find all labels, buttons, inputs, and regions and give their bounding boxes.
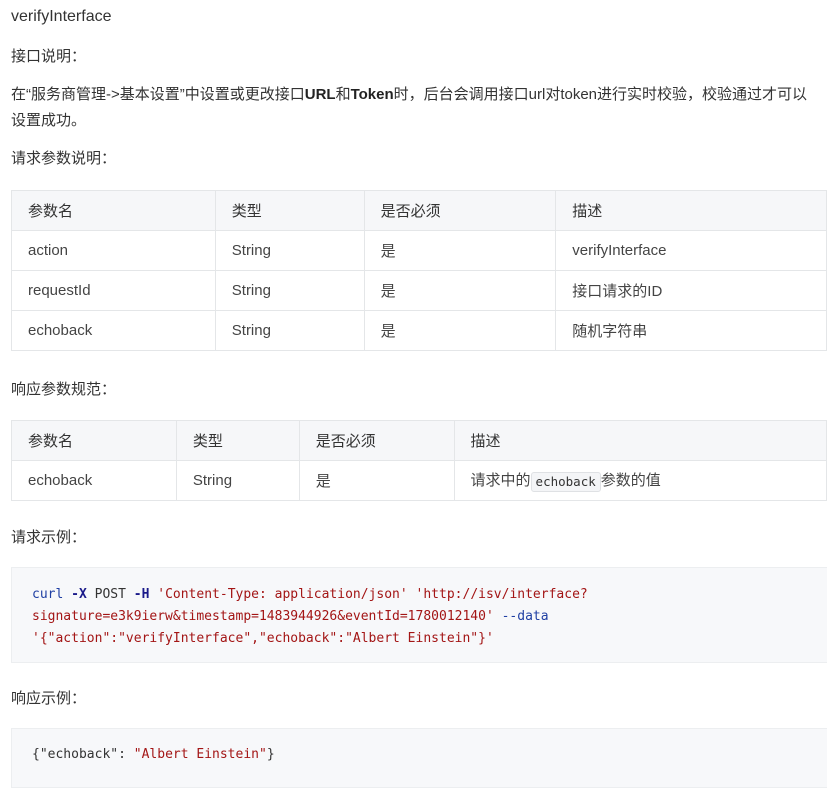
table-row: action String 是 verifyInterface [11,230,827,271]
doc-page: verifyInterface 接口说明： 在“服务商管理->基本设置”中设置或… [0,0,827,788]
response-example-label: 响应示例： [11,690,87,707]
code-token: } [266,747,275,762]
code-token: '{"action":"verifyInterface","echoback":… [32,631,494,646]
header-cell: 描述 [555,190,827,231]
table-cell: String [175,460,300,501]
code-token: "echoback" [39,747,119,762]
header-cell: 类型 [175,420,300,461]
response-params-table: 参数名 类型 是否必须 描述 echoback String 是 请求中的 ech… [11,420,827,501]
api-desc-label: 接口说明： [11,48,87,65]
table-row: requestId String 是 接口请求的ID [11,270,827,311]
table-cell: echoback [11,310,216,351]
request-params-table: 参数名 类型 是否必须 描述 action String 是 verifyInt… [11,190,827,351]
table-cell: echoback [11,460,177,501]
request-params-label: 请求参数说明： [11,150,117,167]
table-cell: String [214,270,365,311]
desc-bold-token: Token [350,86,394,103]
table-cell: requestId [11,270,216,311]
code-token: : [118,747,134,762]
table-cell: 是 [363,310,557,351]
code-token: POST [94,587,126,602]
table-cell: String [214,230,365,271]
table-cell: 随机字符串 [555,310,827,351]
code-token: 'Content-Type: application/json' [157,587,408,602]
table-header-row: 参数名 类型 是否必须 描述 [11,420,827,461]
code-token: 'http://isv/interface? [415,587,588,602]
header-cell: 参数名 [11,420,177,461]
header-cell: 描述 [453,420,827,461]
table-cell: verifyInterface [555,230,827,271]
request-example-label: 请求示例： [11,529,87,546]
request-code-block: curl -X POST -H 'Content-Type: applicati… [11,567,827,663]
code-token: -X [71,587,87,602]
header-cell: 参数名 [11,190,216,231]
header-cell: 类型 [214,190,365,231]
table-row: echoback String 是 请求中的 echoback 参数的值 [11,460,827,501]
table-cell-desc: 请求中的 echoback 参数的值 [453,460,827,501]
code-token: { [32,747,40,762]
table-cell: 是 [363,270,557,311]
table-cell: String [214,310,365,351]
code-token: signature=e3k9ierw&timestamp=1483944926&… [32,609,494,624]
header-cell: 是否必须 [298,420,455,461]
desc-prefix: 请求中的 [470,472,531,490]
desc-suffix: 参数的值 [600,472,661,490]
desc-text-1: 在“服务商管理->基本设置”中设置或更改接口 [11,86,305,103]
response-params-label: 响应参数规范： [11,381,117,398]
code-token: -H [133,587,150,602]
table-cell: 是 [363,230,557,271]
table-cell: 接口请求的ID [555,270,827,311]
inline-code: echoback [530,471,601,492]
desc-bold-url: URL [304,86,336,103]
code-token: "Albert Einstein" [133,747,267,762]
desc-text-2: 和 [335,86,351,103]
table-cell: action [11,230,216,271]
response-code-block: {"echoback": "Albert Einstein"} [11,728,827,788]
code-token: --data [501,609,549,624]
page-title: verifyInterface [11,8,112,25]
api-description: 在“服务商管理->基本设置”中设置或更改接口URL和Token时，后台会调用接口… [11,82,821,134]
table-row: echoback String 是 随机字符串 [11,310,827,351]
table-cell: 是 [298,460,455,501]
code-token: curl [32,587,64,602]
header-cell: 是否必须 [363,190,557,231]
table-header-row: 参数名 类型 是否必须 描述 [11,190,827,231]
